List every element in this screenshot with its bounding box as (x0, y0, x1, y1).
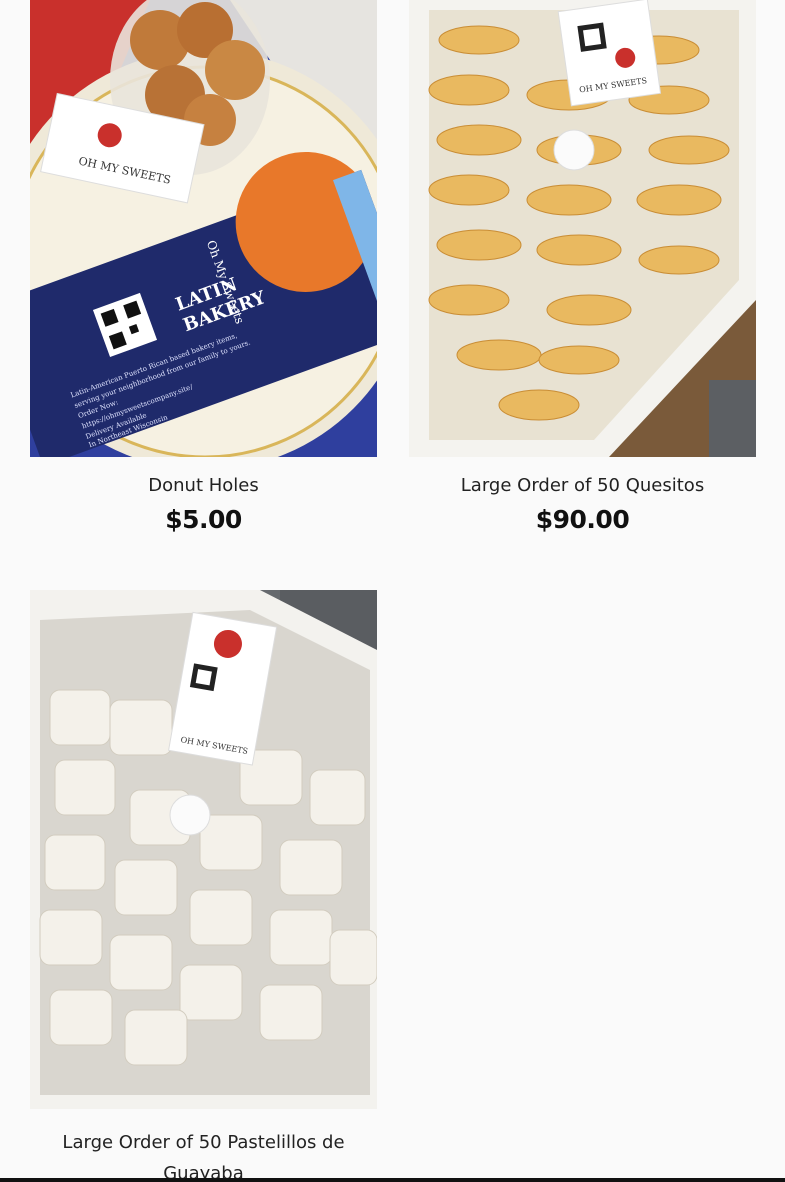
product-card-quesitos[interactable]: OH MY SWEETS Large Order of 50 Quesitos … (409, 0, 756, 534)
product-title[interactable]: Large Order of 50 Pastelillos de Guayaba (30, 1127, 377, 1182)
bottom-bar (0, 1178, 785, 1182)
product-price: $90.00 (535, 505, 630, 534)
quesitos-photo: OH MY SWEETS (409, 0, 756, 457)
product-title[interactable]: Large Order of 50 Quesitos (409, 472, 756, 499)
product-card-pastelillos[interactable]: OH MY SWEETS Large Order of 50 Pastelill… (30, 590, 377, 1182)
pastelillos-photo: OH MY SWEETS (30, 590, 377, 1109)
product-card-donut-holes[interactable]: OH MY SWEETS Oh My Sweets LATIN BAKERY L… (30, 0, 377, 534)
product-price: $5.00 (165, 505, 242, 534)
product-image-quesitos[interactable]: OH MY SWEETS (409, 0, 756, 457)
product-title[interactable]: Donut Holes (30, 472, 377, 499)
product-image-donut-holes[interactable]: OH MY SWEETS Oh My Sweets LATIN BAKERY L… (30, 0, 377, 457)
product-grid: OH MY SWEETS Oh My Sweets LATIN BAKERY L… (0, 0, 785, 1182)
product-image-pastelillos[interactable]: OH MY SWEETS (30, 590, 377, 1109)
donut-holes-photo: OH MY SWEETS Oh My Sweets LATIN BAKERY L… (30, 0, 377, 457)
